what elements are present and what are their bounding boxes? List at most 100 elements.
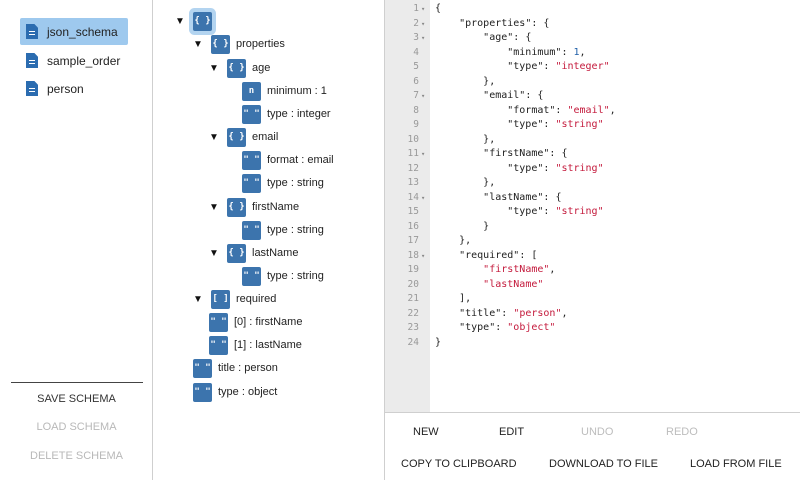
tree-node[interactable]: ▼ { } lastName	[209, 243, 298, 263]
expand-toggle-icon[interactable]: ▼	[209, 202, 219, 213]
code-text: },	[483, 177, 496, 188]
new-button[interactable]: NEW	[413, 426, 439, 438]
code-text: "title": "person",	[459, 307, 568, 319]
tree-node-label: lastName	[252, 247, 299, 259]
tree-node[interactable]: ▼ { }	[175, 11, 218, 31]
file-icon	[26, 81, 38, 96]
number-icon: n	[242, 81, 261, 101]
code-text: }	[483, 220, 490, 232]
line-number: 17	[407, 235, 419, 246]
string-icon: " "	[242, 104, 261, 124]
line-number: 14	[407, 191, 419, 203]
editor-toolbar: NEW EDIT UNDO REDO COPY TO CLIPBOARD DOW…	[384, 412, 800, 480]
code-text: "type": "integer"	[507, 61, 610, 72]
brackets-icon: [ ]	[211, 289, 230, 309]
schema-tree: ▼ { } ▼ { } properties ▼ { } age n minimum : 1 " "…	[153, 0, 384, 480]
tree-node[interactable]: ▼ { } email	[209, 127, 278, 147]
code-text: "type": "string"	[507, 162, 604, 174]
load-from-file-button[interactable]: LOAD FROM FILE	[690, 458, 782, 470]
code-line: 17 },	[385, 234, 800, 249]
string-icon: " "	[242, 220, 261, 240]
fold-toggle-icon[interactable]: ▾	[421, 147, 425, 162]
braces-icon: { }	[211, 34, 230, 54]
tree-node-label: type : string	[267, 224, 324, 236]
line-number: 22	[407, 307, 419, 319]
line-number: 3	[413, 32, 419, 43]
tree-node[interactable]: " " format : email	[242, 150, 334, 170]
redo-button[interactable]: REDO	[666, 426, 698, 438]
code-line: 23 "type": "object"	[385, 321, 800, 336]
expand-toggle-icon[interactable]: ▼	[193, 294, 203, 305]
copy-to-clipboard-button[interactable]: COPY TO CLIPBOARD	[401, 458, 517, 470]
tree-node-label: properties	[236, 38, 285, 50]
json-editor[interactable]: 1 ▾{2 ▾ "properties": {3 ▾ "age": {4 "minim…	[384, 0, 800, 412]
line-number: 23	[407, 322, 419, 333]
file-item-sample-order[interactable]: sample_order	[20, 47, 128, 74]
code-text: "firstName": {	[483, 148, 568, 159]
expand-toggle-icon[interactable]: ▼	[193, 39, 203, 50]
tree-node[interactable]: " " type : object	[193, 382, 277, 402]
tree-node[interactable]: " " type : string	[242, 173, 324, 193]
tree-node-label: type : object	[218, 386, 278, 398]
file-label: json_schema	[47, 24, 118, 39]
download-to-file-button[interactable]: DOWNLOAD TO FILE	[549, 458, 658, 470]
edit-button[interactable]: EDIT	[499, 426, 524, 438]
delete-schema-button[interactable]: DELETE SCHEMA	[0, 450, 153, 462]
tree-node[interactable]: ▼ { } firstName	[209, 197, 299, 217]
load-schema-button[interactable]: LOAD SCHEMA	[0, 421, 153, 433]
fold-toggle-icon[interactable]: ▾	[421, 31, 425, 46]
expand-toggle-icon[interactable]: ▼	[209, 248, 219, 259]
fold-toggle-icon[interactable]: ▾	[421, 191, 425, 206]
sidebar-divider	[11, 382, 143, 383]
string-icon: " "	[193, 382, 212, 402]
line-number: 7	[413, 90, 419, 101]
undo-button[interactable]: UNDO	[581, 426, 613, 438]
expand-toggle-icon[interactable]: ▼	[209, 132, 219, 143]
tree-node[interactable]: " " type : string	[242, 220, 324, 240]
tree-node-label: required	[236, 293, 277, 305]
string-icon: " "	[209, 312, 228, 332]
tree-node[interactable]: n minimum : 1	[242, 81, 327, 101]
braces-icon: { }	[227, 58, 246, 78]
tree-node[interactable]: " " [1] : lastName	[209, 335, 302, 355]
fold-toggle-icon[interactable]: ▾	[421, 17, 425, 32]
schema-sidebar: json_schema sample_order person SAVE SCH…	[0, 0, 153, 480]
tree-node-label: title : person	[218, 362, 278, 374]
fold-toggle-icon[interactable]: ▾	[421, 89, 425, 104]
code-line: 13 },	[385, 176, 800, 191]
code-text: "lastName"	[483, 278, 544, 290]
code-line: 11 ▾ "firstName": {	[385, 147, 800, 162]
tree-node[interactable]: ▼ { } properties	[193, 34, 285, 54]
string-icon: " "	[193, 358, 212, 378]
tree-node[interactable]: " " title : person	[193, 358, 278, 378]
tree-node[interactable]: ▼ { } age	[209, 58, 270, 78]
tree-node[interactable]: " " [0] : firstName	[209, 312, 302, 332]
braces-icon: { }	[193, 11, 212, 31]
code-line: 16 }	[385, 220, 800, 235]
file-item-json-schema[interactable]: json_schema	[20, 18, 128, 45]
tree-node-label: type : string	[267, 177, 324, 189]
code-text: "age": {	[483, 32, 532, 43]
file-item-person[interactable]: person	[20, 75, 128, 102]
expand-toggle-icon[interactable]: ▼	[209, 63, 219, 74]
code-line: 20 "lastName"	[385, 278, 800, 293]
line-number: 12	[407, 162, 419, 174]
tree-node[interactable]: " " type : integer	[242, 104, 331, 124]
save-schema-button[interactable]: SAVE SCHEMA	[0, 393, 153, 405]
code-text: },	[459, 235, 472, 246]
fold-toggle-icon[interactable]: ▾	[421, 2, 425, 17]
line-number: 19	[407, 264, 419, 275]
code-line: 22 "title": "person",	[385, 307, 800, 322]
code-line: 15 "type": "string"	[385, 205, 800, 220]
line-number: 8	[413, 104, 419, 116]
code-text: ],	[459, 293, 472, 304]
tree-node[interactable]: " " type : string	[242, 266, 324, 286]
code-text: "email": {	[483, 90, 544, 101]
line-number: 15	[407, 206, 419, 217]
code-line: 24}	[385, 336, 800, 351]
string-icon: " "	[209, 335, 228, 355]
expand-toggle-icon[interactable]: ▼	[175, 16, 185, 27]
tree-node[interactable]: ▼ [ ] required	[193, 289, 276, 309]
line-number: 4	[413, 46, 419, 58]
fold-toggle-icon[interactable]: ▾	[421, 249, 425, 264]
